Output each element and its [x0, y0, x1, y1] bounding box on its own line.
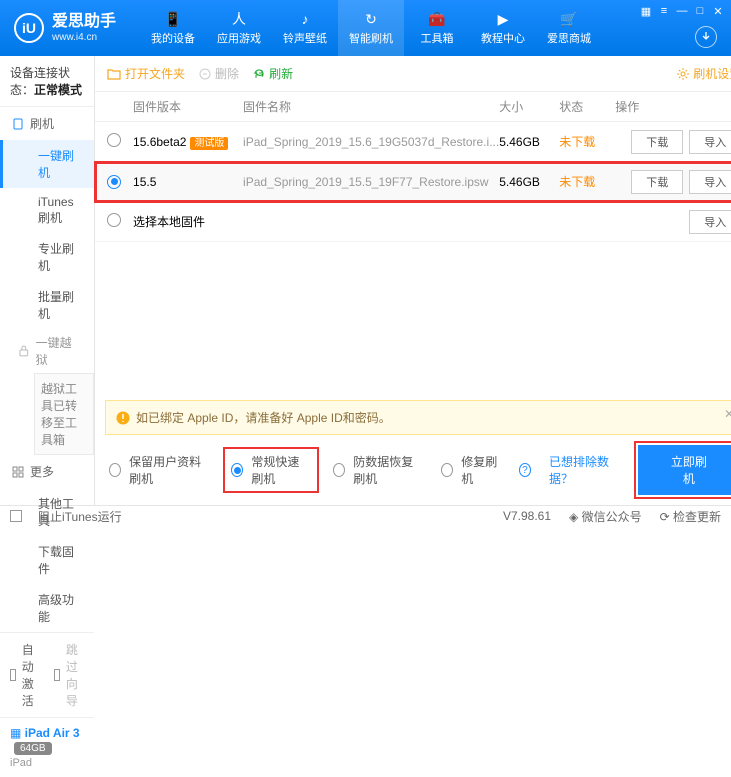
sidebar-cat-jailbreak: 一键越狱: [0, 329, 94, 373]
flash-settings-button[interactable]: 刷机设置: [677, 65, 731, 82]
delete-button[interactable]: 删除: [199, 65, 239, 82]
music-icon: ♪: [296, 10, 314, 28]
download-manager-icon[interactable]: [695, 26, 717, 48]
folder-icon: [107, 68, 121, 80]
row-radio[interactable]: [107, 213, 121, 227]
main-content: 打开文件夹 删除 刷新 刷机设置 固件版本 固件名称 大小 状态 操作: [95, 56, 731, 505]
download-button[interactable]: 下载: [631, 130, 683, 154]
sidebar-cat-flash[interactable]: 刷机: [0, 107, 94, 140]
delete-icon: [199, 68, 211, 80]
storage-badge: 64GB: [14, 742, 52, 755]
app-url: www.i4.cn: [52, 32, 116, 44]
exclude-data-link[interactable]: 已想排除数据？: [549, 453, 620, 487]
brand: iU 爱思助手 www.i4.cn: [0, 0, 130, 56]
lock-icon: [18, 345, 30, 357]
auto-activate-checkbox[interactable]: [10, 669, 16, 681]
local-firmware-row[interactable]: 选择本地固件 导入: [95, 202, 731, 242]
toolbox-icon: 🧰: [428, 10, 446, 28]
start-flash-button[interactable]: 立即刷机: [638, 445, 731, 495]
gear-icon: [677, 68, 689, 80]
download-button[interactable]: 下载: [631, 170, 683, 194]
warning-icon: [116, 411, 130, 425]
close-button[interactable]: ✕: [711, 4, 725, 18]
apps-icon: 人: [230, 10, 248, 28]
sidebar-item-batch[interactable]: 批量刷机: [0, 281, 94, 329]
sidebar: 设备连接状态：正常模式 刷机 一键刷机 iTunes刷机 专业刷机 批量刷机 一…: [0, 56, 95, 505]
toolbar: 打开文件夹 删除 刷新 刷机设置: [95, 56, 731, 92]
menu-button[interactable]: ≡: [657, 4, 671, 18]
nav-ringtones[interactable]: ♪铃声壁纸: [272, 0, 338, 56]
info-icon[interactable]: ?: [519, 463, 531, 477]
cart-icon: 🛒: [560, 10, 578, 28]
sidebar-item-pro[interactable]: 专业刷机: [0, 233, 94, 281]
brand-logo-icon: iU: [14, 13, 44, 43]
minimize-button[interactable]: —: [675, 4, 689, 18]
version-label: V7.98.61: [503, 509, 551, 523]
window-controls: ▦ ≡ — □ ✕: [639, 4, 725, 18]
block-itunes-checkbox[interactable]: [10, 510, 22, 522]
col-status: 状态: [559, 98, 615, 115]
phone-icon: 📱: [164, 10, 182, 28]
play-icon: ▶: [494, 10, 512, 28]
app-name: 爱思助手: [52, 12, 116, 31]
firmware-row[interactable]: 15.6beta2测试版 iPad_Spring_2019_15.6_19G50…: [95, 122, 731, 162]
device-info[interactable]: ▦ iPad Air 364GB iPad: [0, 717, 94, 777]
status-bar: 阻止iTunes运行 V7.98.61 ◈ 微信公众号 ⟳ 检查更新: [0, 505, 731, 526]
jailbreak-moved-notice: 越狱工具已转移至工具箱: [34, 373, 94, 455]
sidebar-options: 自动激活 跳过向导: [0, 632, 94, 717]
close-icon[interactable]: ✕: [724, 407, 731, 421]
more-icon: [12, 466, 24, 478]
title-bar: iU 爱思助手 www.i4.cn 📱我的设备 人应用游戏 ♪铃声壁纸 ↻智能刷…: [0, 0, 731, 56]
mode-keep-data[interactable]: 保留用户资料刷机: [109, 453, 209, 487]
skin-button[interactable]: ▦: [639, 4, 653, 18]
nav-apps[interactable]: 人应用游戏: [206, 0, 272, 56]
maximize-button[interactable]: □: [693, 4, 707, 18]
flash-icon: [12, 118, 24, 130]
refresh-icon: [253, 68, 265, 80]
sidebar-item-itunes[interactable]: iTunes刷机: [0, 188, 94, 233]
nav-flash[interactable]: ↻智能刷机: [338, 0, 404, 56]
row-radio[interactable]: [107, 175, 121, 189]
col-name: 固件名称: [243, 98, 499, 115]
import-button[interactable]: 导入: [689, 130, 731, 154]
nav-my-device[interactable]: 📱我的设备: [140, 0, 206, 56]
check-update-link[interactable]: ⟳ 检查更新: [660, 508, 721, 525]
col-operation: 操作: [615, 98, 731, 115]
row-radio[interactable]: [107, 133, 121, 147]
sidebar-item-download[interactable]: 下载固件: [0, 536, 94, 584]
nav-tutorials[interactable]: ▶教程中心: [470, 0, 536, 56]
mode-normal[interactable]: 常规快速刷机: [227, 451, 315, 489]
refresh-button[interactable]: 刷新: [253, 65, 293, 82]
connection-status: 设备连接状态：正常模式: [0, 56, 94, 107]
sidebar-cat-more[interactable]: 更多: [0, 455, 94, 488]
import-button[interactable]: 导入: [689, 170, 731, 194]
col-size: 大小: [499, 98, 559, 115]
refresh-icon: ↻: [362, 10, 380, 28]
flash-modes: 保留用户资料刷机 常规快速刷机 防数据恢复刷机 修复刷机 ? 已想排除数据？ 立…: [95, 435, 731, 505]
wechat-link[interactable]: ◈ 微信公众号: [569, 508, 642, 525]
sidebar-item-advanced[interactable]: 高级功能: [0, 584, 94, 632]
sidebar-item-oneclick[interactable]: 一键刷机: [0, 140, 94, 188]
beta-tag: 测试版: [190, 137, 228, 150]
skip-guide-checkbox[interactable]: [54, 669, 60, 681]
table-header: 固件版本 固件名称 大小 状态 操作: [95, 92, 731, 122]
import-button[interactable]: 导入: [689, 210, 731, 234]
nav-store[interactable]: 🛒爱思商城: [536, 0, 602, 56]
appleid-notice: 如已绑定 Apple ID，请准备好 Apple ID和密码。 ✕: [105, 400, 731, 435]
open-folder-button[interactable]: 打开文件夹: [107, 65, 185, 82]
firmware-row-selected[interactable]: 15.5 iPad_Spring_2019_15.5_19F77_Restore…: [95, 162, 731, 202]
mode-repair[interactable]: 修复刷机: [441, 453, 501, 487]
nav-toolbox[interactable]: 🧰工具箱: [404, 0, 470, 56]
main-nav: 📱我的设备 人应用游戏 ♪铃声壁纸 ↻智能刷机 🧰工具箱 ▶教程中心 🛒爱思商城: [140, 0, 602, 56]
mode-anti-recovery[interactable]: 防数据恢复刷机: [333, 453, 423, 487]
col-version: 固件版本: [133, 98, 243, 115]
